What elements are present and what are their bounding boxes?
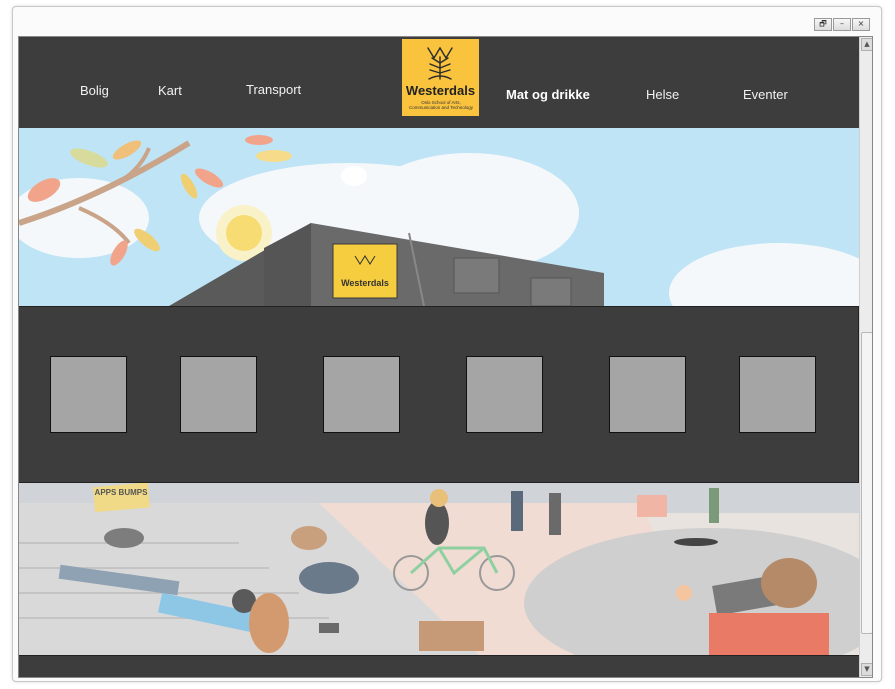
page-content: Bolig Kart Transport Westerdals Oslo Sch… bbox=[19, 37, 859, 677]
close-icon[interactable]: × bbox=[852, 18, 870, 31]
nav-item-transport[interactable]: Transport bbox=[246, 82, 301, 97]
window-controls: 🗗 – × bbox=[814, 18, 870, 31]
nav-item-mat-og-drikke[interactable]: Mat og drikke bbox=[506, 87, 590, 102]
category-tile-2[interactable] bbox=[180, 356, 257, 433]
tile-band bbox=[19, 306, 859, 483]
restore-icon[interactable]: 🗗 bbox=[814, 18, 832, 31]
category-tile-4[interactable] bbox=[466, 356, 543, 433]
footer-bar bbox=[19, 655, 859, 677]
scroll-down-icon[interactable]: ▼ bbox=[861, 663, 872, 676]
nav-item-helse[interactable]: Helse bbox=[646, 87, 679, 102]
people-illustration: APPS BUMPS bbox=[19, 483, 859, 655]
scroll-thumb[interactable] bbox=[861, 332, 872, 634]
hero-illustration: Westerdals bbox=[19, 128, 859, 306]
logo-subtitle: Oslo School of Arts, Communication and T… bbox=[409, 100, 473, 110]
web-viewport: Bolig Kart Transport Westerdals Oslo Sch… bbox=[18, 36, 873, 678]
building-sign-text: Westerdals bbox=[341, 278, 389, 288]
scroll-up-icon[interactable]: ▲ bbox=[861, 38, 872, 51]
category-tile-3[interactable] bbox=[323, 356, 400, 433]
building-illustration: Westerdals bbox=[19, 128, 859, 306]
nav-item-eventer[interactable]: Eventer bbox=[743, 87, 788, 102]
category-tile-5[interactable] bbox=[609, 356, 686, 433]
apps-sign-text: APPS BUMPS bbox=[95, 488, 149, 497]
nav-item-kart[interactable]: Kart bbox=[158, 83, 182, 98]
street-illustration: APPS BUMPS bbox=[19, 483, 859, 655]
nav-item-bolig[interactable]: Bolig bbox=[80, 83, 109, 98]
category-tile-1[interactable] bbox=[50, 356, 127, 433]
logo-wordmark: Westerdals bbox=[405, 83, 476, 98]
vertical-scrollbar[interactable]: ▲ ▼ bbox=[859, 37, 872, 677]
category-tile-6[interactable] bbox=[739, 356, 816, 433]
top-navigation: Bolig Kart Transport Westerdals Oslo Sch… bbox=[19, 37, 859, 129]
westerdals-logo[interactable]: Westerdals Oslo School of Arts, Communic… bbox=[402, 39, 479, 116]
minimize-icon[interactable]: – bbox=[833, 18, 851, 31]
